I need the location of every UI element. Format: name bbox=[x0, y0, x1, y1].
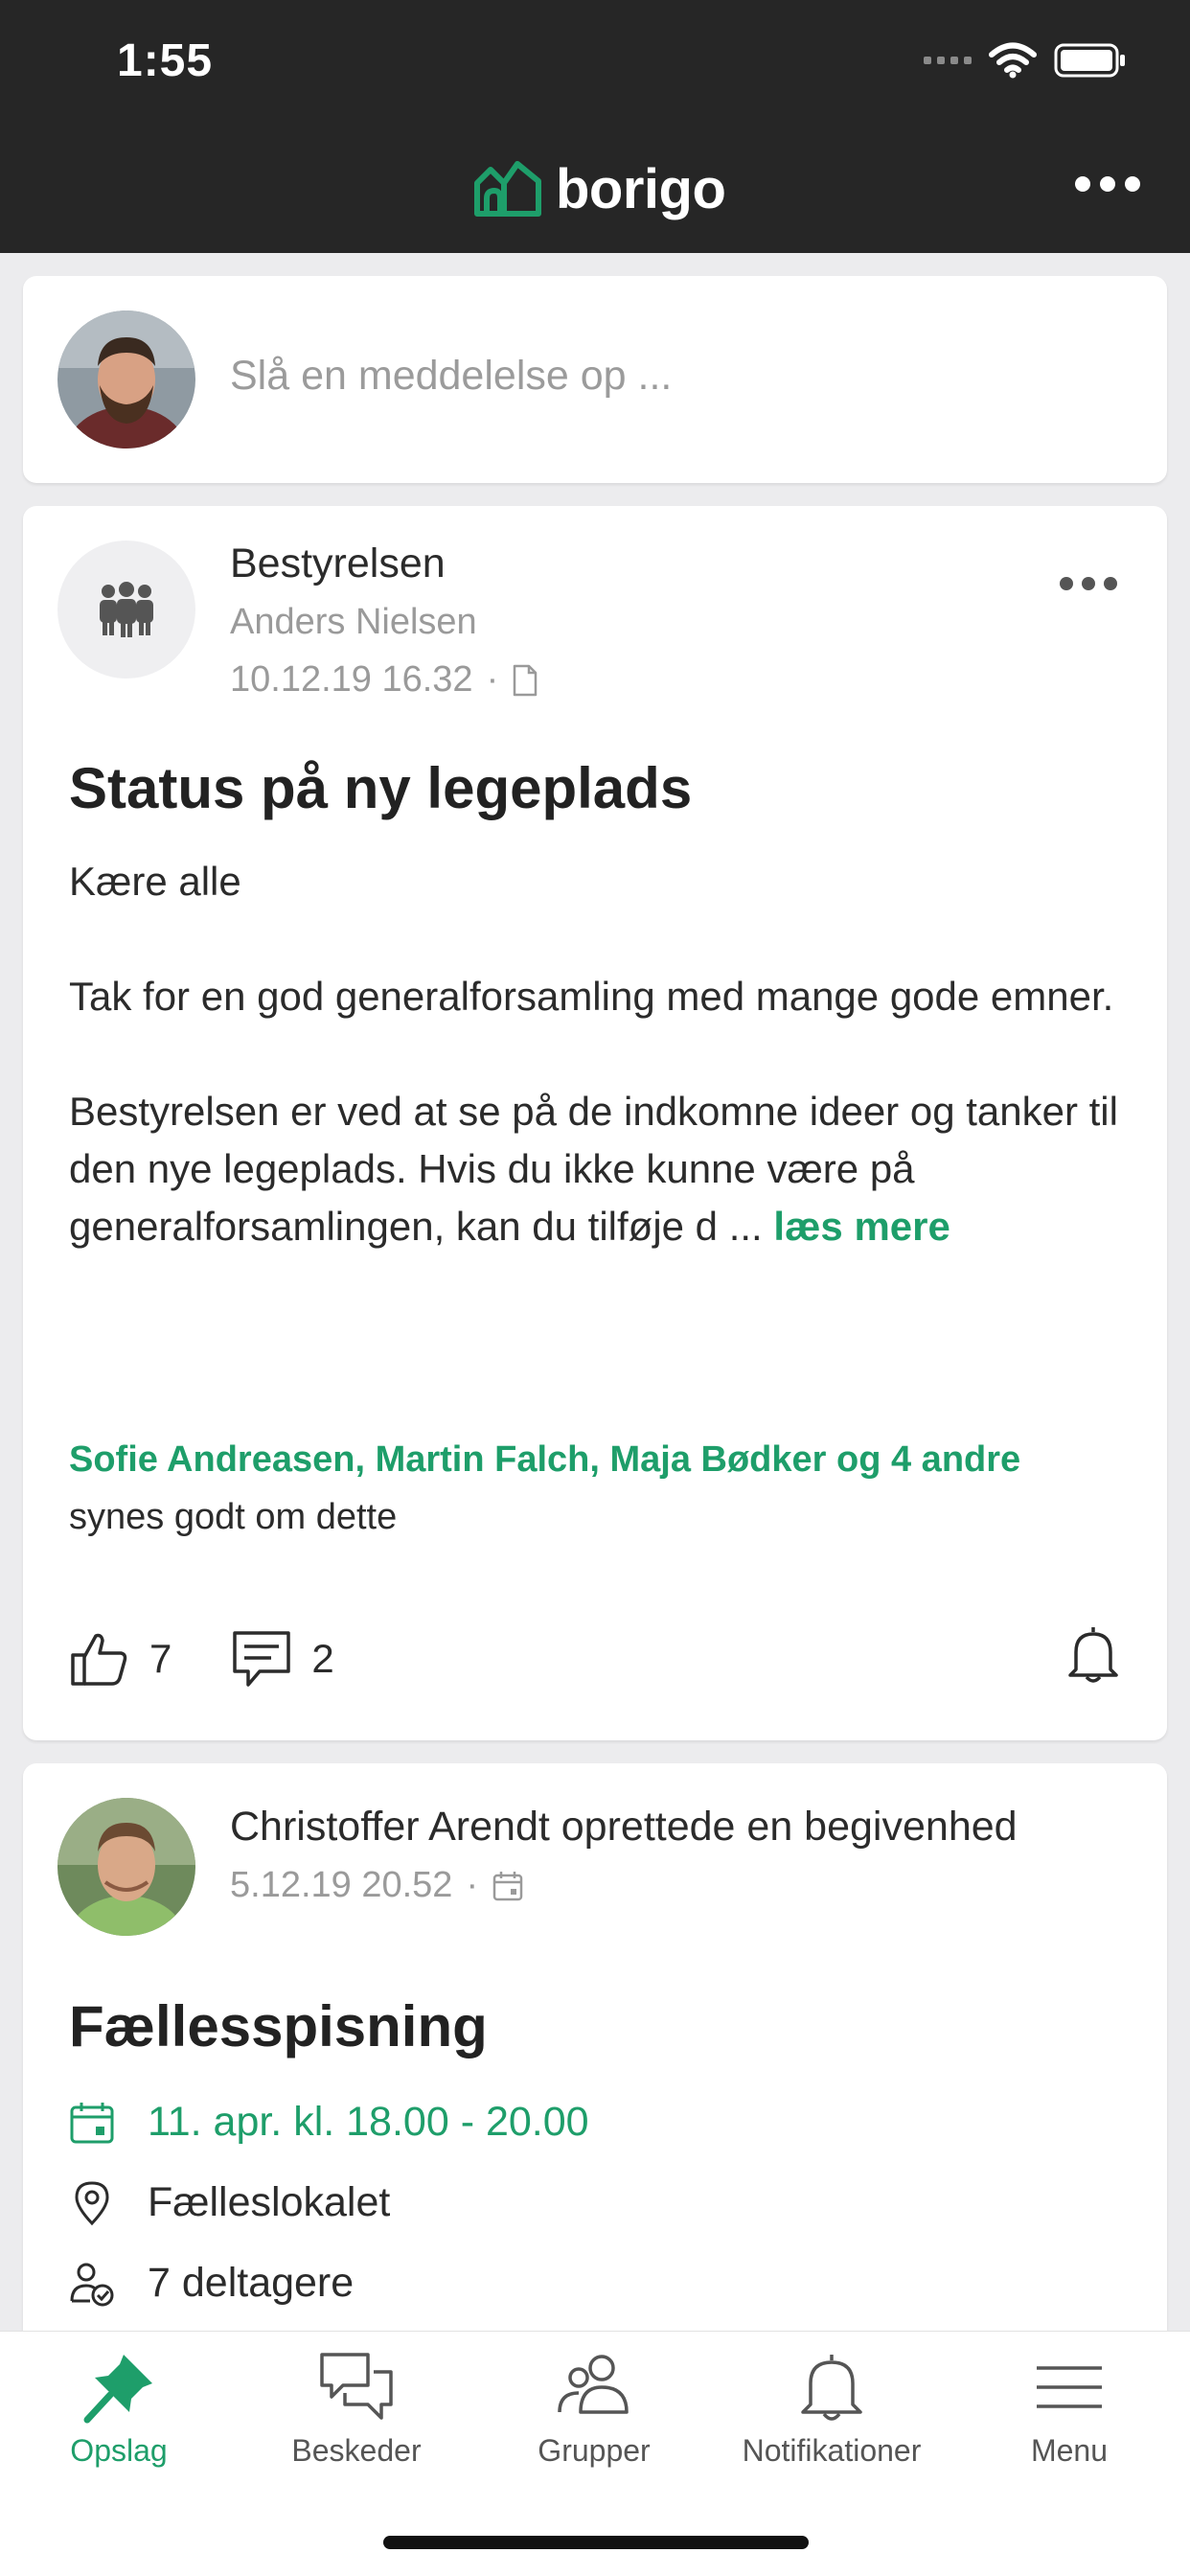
meta-separator: · bbox=[486, 659, 499, 700]
event-participants-row[interactable]: 7 deltagere bbox=[69, 2260, 354, 2307]
bell-icon bbox=[801, 2355, 862, 2421]
post-group-name[interactable]: Bestyrelsen bbox=[230, 540, 446, 587]
tab-label: Notifikationer bbox=[742, 2433, 922, 2468]
document-icon bbox=[513, 664, 538, 696]
post-paragraph: Tak for en god generalforsamling med man… bbox=[69, 974, 1114, 1019]
status-time: 1:55 bbox=[117, 35, 214, 86]
post-paragraph: Kære alle bbox=[69, 859, 241, 904]
event-datetime-row: 11. apr. kl. 18.00 - 20.00 bbox=[69, 2099, 589, 2146]
read-more-link[interactable]: læs mere bbox=[773, 1204, 950, 1249]
bell-subscribe-icon[interactable] bbox=[1065, 1623, 1121, 1685]
tab-label: Beskeder bbox=[291, 2433, 422, 2468]
like-button[interactable]: 7 bbox=[69, 1630, 172, 1688]
event-title[interactable]: Fællesspisning bbox=[69, 1993, 488, 2059]
composer-placeholder[interactable]: Slå en meddelelse op ... bbox=[230, 353, 672, 400]
home-indicator bbox=[383, 2536, 809, 2549]
status-icons bbox=[924, 42, 1127, 79]
post-more-button[interactable] bbox=[1060, 577, 1117, 590]
post-paragraph-text: Bestyrelsen er ved at se på de indkomne … bbox=[69, 1089, 1118, 1249]
post-card: Bestyrelsen Anders Nielsen 10.12.19 16.3… bbox=[23, 506, 1167, 1740]
chat-bubbles-icon bbox=[320, 2353, 393, 2420]
post-actions: 7 2 bbox=[69, 1629, 394, 1689]
signal-icon bbox=[924, 57, 972, 64]
app-screen: 1:55 borigo Slå en meddelelse op ... Bes… bbox=[0, 0, 1190, 2576]
post-body[interactable]: Kære alle Tak for en god generalforsamli… bbox=[69, 853, 1133, 1255]
tab-notifikationer[interactable]: Notifikationer bbox=[713, 2351, 950, 2469]
calendar-small-icon bbox=[492, 1871, 523, 1900]
battery-icon bbox=[1054, 43, 1125, 78]
borigo-logo: borigo bbox=[471, 157, 726, 221]
group-avatar[interactable] bbox=[57, 540, 195, 678]
location-pin-icon bbox=[75, 2180, 109, 2225]
event-timestamp: 5.12.19 20.52 bbox=[230, 1865, 453, 1905]
likers-suffix: synes godt om dette bbox=[69, 1497, 398, 1537]
logo-text: borigo bbox=[556, 158, 726, 220]
thumbs-up-icon bbox=[71, 1633, 127, 1686]
meta-separator: · bbox=[466, 1865, 479, 1905]
tab-beskeder[interactable]: Beskeder bbox=[238, 2351, 475, 2469]
group-icon bbox=[558, 2355, 629, 2414]
comment-icon bbox=[233, 1631, 291, 1687]
pin-icon bbox=[83, 2355, 152, 2424]
wifi-icon bbox=[989, 42, 1037, 79]
calendar-icon bbox=[70, 2102, 114, 2143]
tab-label: Grupper bbox=[538, 2433, 651, 2468]
post-timestamp: 10.12.19 16.32 bbox=[230, 659, 473, 700]
likers-names[interactable]: Sofie Andreasen, Martin Falch, Maja Bødk… bbox=[69, 1439, 1020, 1481]
event-meta: 5.12.19 20.52 · bbox=[230, 1865, 524, 1906]
post-author-name[interactable]: Anders Nielsen bbox=[230, 602, 477, 643]
like-count: 7 bbox=[149, 1636, 172, 1681]
group-people-icon bbox=[100, 582, 153, 637]
event-location-row: Fælleslokalet bbox=[69, 2179, 390, 2226]
tab-grupper[interactable]: Grupper bbox=[475, 2351, 713, 2469]
tab-label: Menu bbox=[1030, 2433, 1109, 2468]
comment-count: 2 bbox=[311, 1636, 334, 1681]
event-author-line[interactable]: Christoffer Arendt oprettede en begivenh… bbox=[230, 1804, 1018, 1851]
house-logo-icon bbox=[474, 160, 541, 217]
event-datetime: 11. apr. kl. 18.00 - 20.00 bbox=[148, 2099, 589, 2145]
menu-icon bbox=[1037, 2366, 1102, 2408]
tab-opslag[interactable]: Opslag bbox=[0, 2351, 238, 2469]
comment-button[interactable]: 2 bbox=[231, 1629, 334, 1689]
tab-menu[interactable]: Menu bbox=[950, 2351, 1188, 2469]
tab-label: Opslag bbox=[70, 2433, 168, 2468]
post-meta: 10.12.19 16.32 · bbox=[230, 659, 538, 701]
event-author-avatar[interactable] bbox=[57, 1798, 195, 1936]
event-location: Fælleslokalet bbox=[148, 2179, 391, 2225]
post-composer[interactable]: Slå en meddelelse op ... bbox=[23, 276, 1167, 483]
event-participants: 7 deltagere bbox=[148, 2260, 355, 2306]
participants-icon bbox=[70, 2263, 114, 2306]
post-paragraph: Bestyrelsen er ved at se på de indkomne … bbox=[69, 1083, 1133, 1255]
user-avatar[interactable] bbox=[57, 310, 195, 448]
top-header: 1:55 borigo bbox=[0, 0, 1190, 253]
post-title: Status på ny legeplads bbox=[69, 756, 693, 820]
header-more-button[interactable] bbox=[1075, 176, 1140, 192]
